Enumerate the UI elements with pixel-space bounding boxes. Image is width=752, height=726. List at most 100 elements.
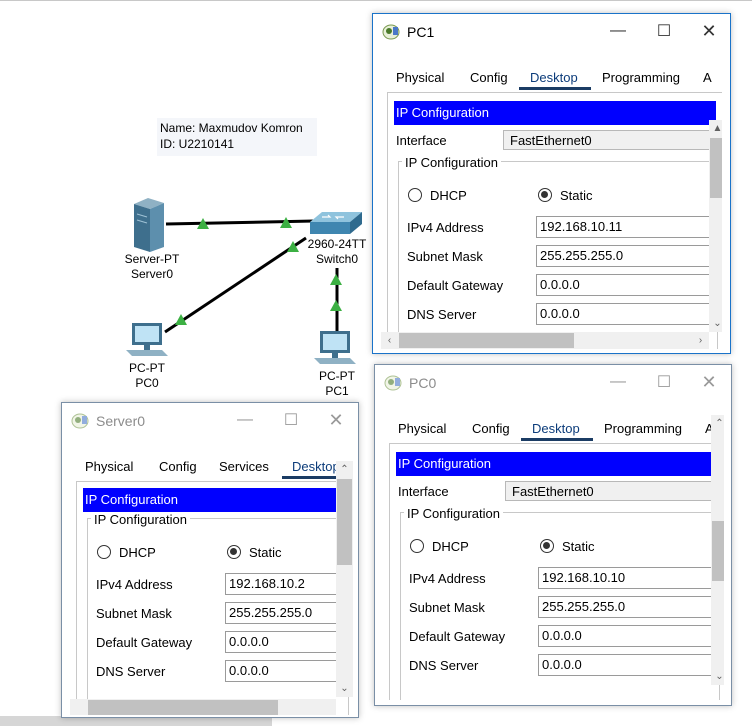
close-button[interactable]: ✕: [686, 365, 732, 399]
title-bar[interactable]: PC0 — ☐ ✕: [375, 365, 731, 401]
link-server-switch[interactable]: [165, 219, 315, 226]
subnet-mask-input[interactable]: 255.255.255.0: [536, 245, 716, 267]
dhcp-radio[interactable]: [408, 188, 422, 202]
horizontal-scrollbar[interactable]: ‹ ›: [381, 332, 709, 349]
minimize-button[interactable]: —: [222, 403, 268, 437]
server-device-icon[interactable]: [134, 198, 164, 252]
minimize-button[interactable]: —: [595, 14, 641, 48]
maximize-button[interactable]: ☐: [641, 14, 687, 48]
desktop-panel: IP Configuration Interface FastEthernet0…: [389, 443, 724, 700]
dhcp-label[interactable]: DHCP: [119, 545, 156, 560]
subnet-mask-input[interactable]: 255.255.255.0: [225, 602, 347, 624]
selected-tab-indicator: [282, 476, 342, 479]
device-name: Server0: [130, 267, 174, 281]
tab-config[interactable]: Config: [472, 421, 510, 436]
dhcp-label[interactable]: DHCP: [430, 188, 467, 203]
subnet-mask-label: Subnet Mask: [96, 606, 172, 621]
subnet-mask-label: Subnet Mask: [407, 249, 483, 264]
maximize-button[interactable]: ☐: [268, 403, 314, 437]
maximize-icon: ☐: [656, 374, 672, 391]
minimize-icon: —: [610, 373, 626, 390]
scroll-right-icon[interactable]: ›: [692, 332, 709, 349]
tab-desktop[interactable]: Desktop: [292, 459, 340, 474]
pc1-window[interactable]: PC1 — ☐ ✕ Physical Config Desktop Progra…: [372, 13, 731, 354]
scroll-left-icon[interactable]: ‹: [381, 332, 398, 349]
tab-physical[interactable]: Physical: [85, 459, 133, 474]
tab-physical[interactable]: Physical: [396, 70, 444, 85]
dns-server-input[interactable]: 0.0.0.0: [538, 654, 718, 676]
tab-desktop[interactable]: Desktop: [532, 421, 580, 436]
scroll-thumb[interactable]: [337, 479, 352, 565]
interface-select[interactable]: FastEthernet0: [505, 481, 718, 501]
ipv4-input[interactable]: 192.168.10.11: [536, 216, 716, 238]
static-label[interactable]: Static: [249, 545, 282, 560]
scroll-thumb[interactable]: [710, 138, 722, 198]
dns-server-input[interactable]: 0.0.0.0: [536, 303, 716, 325]
static-radio[interactable]: [538, 188, 552, 202]
ip-config-header: IP Configuration: [394, 101, 716, 125]
vertical-scrollbar[interactable]: ⌃ ⌄: [336, 461, 353, 697]
tab-programming[interactable]: Programming: [602, 70, 680, 85]
scroll-thumb[interactable]: [88, 700, 278, 715]
selected-tab-indicator: [521, 438, 593, 441]
dns-server-input[interactable]: 0.0.0.0: [225, 660, 347, 682]
dhcp-radio[interactable]: [97, 545, 111, 559]
minimize-button[interactable]: —: [595, 365, 641, 399]
close-button[interactable]: ✕: [686, 14, 732, 48]
static-radio[interactable]: [540, 539, 554, 553]
pc0-device-icon[interactable]: [126, 323, 168, 356]
tab-config[interactable]: Config: [470, 70, 508, 85]
maximize-button[interactable]: ☐: [641, 365, 687, 399]
default-gateway-label: Default Gateway: [96, 635, 193, 650]
ip-config-group-title: IP Configuration: [91, 512, 190, 527]
close-icon: ✕: [701, 20, 717, 41]
dhcp-label[interactable]: DHCP: [432, 539, 469, 554]
scroll-thumb[interactable]: [399, 333, 574, 348]
pc0-window[interactable]: PC0 — ☐ ✕ Physical Config Desktop Progra…: [374, 364, 732, 706]
scroll-down-icon[interactable]: ⌄: [709, 315, 722, 332]
tab-config[interactable]: Config: [159, 459, 197, 474]
tab-attributes[interactable]: A: [703, 70, 712, 85]
scroll-up-icon[interactable]: ⌃: [711, 415, 724, 432]
interface-select[interactable]: FastEthernet0: [503, 130, 716, 150]
default-gateway-label: Default Gateway: [409, 629, 506, 644]
link-up-indicator: [330, 300, 342, 311]
tab-physical[interactable]: Physical: [398, 421, 446, 436]
minimize-icon: —: [610, 22, 626, 39]
static-radio[interactable]: [227, 545, 241, 559]
minimize-icon: —: [237, 411, 253, 428]
window-content: Physical Config Services Desktop IP Conf…: [70, 453, 353, 715]
ipv4-input[interactable]: 192.168.10.10: [538, 567, 718, 589]
server0-window[interactable]: Server0 — ☐ ✕ Physical Config Services D…: [61, 402, 359, 718]
tab-programming[interactable]: Programming: [604, 421, 682, 436]
device-type: PC-PT: [319, 369, 355, 383]
scroll-thumb[interactable]: [712, 521, 724, 581]
window-title: Server0: [96, 413, 146, 429]
default-gateway-input[interactable]: 0.0.0.0: [225, 631, 347, 653]
default-gateway-input[interactable]: 0.0.0.0: [536, 274, 716, 296]
tab-services[interactable]: Services: [219, 459, 269, 474]
ipv4-input[interactable]: 192.168.10.2: [225, 573, 347, 595]
device-name: PC1: [325, 384, 349, 398]
switch-device-icon[interactable]: [310, 212, 362, 234]
dns-server-label: DNS Server: [407, 307, 477, 322]
pc1-device-icon[interactable]: [314, 331, 356, 364]
static-label[interactable]: Static: [560, 188, 593, 203]
title-bar[interactable]: PC1 — ☐ ✕: [373, 14, 730, 50]
title-bar[interactable]: Server0 — ☐ ✕: [62, 403, 358, 439]
ip-config-header: IP Configuration: [83, 488, 347, 512]
default-gateway-input[interactable]: 0.0.0.0: [538, 625, 718, 647]
vertical-scrollbar[interactable]: ▲ ⌄: [709, 120, 722, 332]
scroll-up-icon[interactable]: ▲: [709, 120, 722, 137]
horizontal-scrollbar[interactable]: [70, 699, 336, 715]
scroll-down-icon[interactable]: ⌄: [711, 668, 724, 685]
subnet-mask-input[interactable]: 255.255.255.0: [538, 596, 718, 618]
dhcp-radio[interactable]: [410, 539, 424, 553]
packet-tracer-icon: [71, 413, 89, 429]
vertical-scrollbar[interactable]: ⌃ ⌄: [711, 415, 724, 685]
tab-desktop[interactable]: Desktop: [530, 70, 578, 85]
scroll-up-icon[interactable]: ⌃: [336, 461, 353, 478]
static-label[interactable]: Static: [562, 539, 595, 554]
close-button[interactable]: ✕: [313, 403, 359, 437]
scroll-down-icon[interactable]: ⌄: [336, 680, 353, 697]
